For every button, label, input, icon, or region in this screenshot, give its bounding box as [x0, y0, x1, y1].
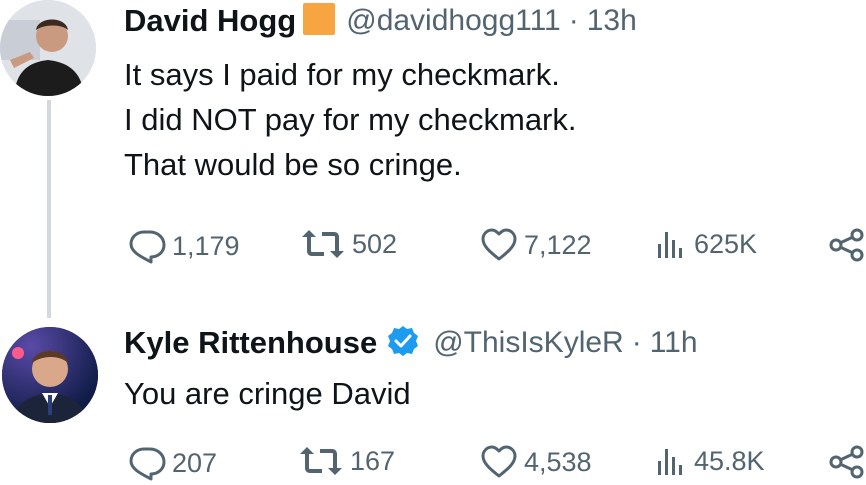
reply-icon [129, 230, 166, 264]
reply-button[interactable]: 1,179 [128, 228, 240, 264]
share-button[interactable] [828, 445, 866, 479]
tweet-text-line: I did NOT pay for my checkmark. [124, 102, 577, 137]
avatar-david-hogg[interactable] [0, 0, 96, 96]
tweet-text-line: You are cringe David [124, 376, 411, 411]
like-count: 4,538 [524, 446, 592, 477]
share-icon [829, 228, 864, 262]
like-button[interactable]: 4,538 [480, 445, 592, 479]
reply-button[interactable]: 207 [128, 445, 217, 481]
tweet-2-actions: 207 167 4,538 45.8K [128, 445, 866, 485]
avatar-kyle-rittenhouse[interactable] [2, 327, 98, 423]
tweet-1-actions: 1,179 502 7,122 625K [128, 228, 866, 268]
tweet-2-text: You are cringe David [124, 371, 411, 416]
views-button[interactable]: 625K [656, 228, 757, 260]
thread-connector-line [47, 100, 51, 318]
timestamp[interactable]: 11h [650, 326, 698, 360]
reply-count: 207 [172, 447, 218, 478]
tweet-text-line: That would be so cringe. [124, 147, 462, 182]
avatar-image [2, 327, 98, 423]
retweet-button[interactable]: 167 [298, 445, 395, 477]
separator-dot: · [631, 326, 642, 359]
separator-dot: · [568, 4, 579, 37]
retweet-count: 167 [350, 445, 396, 476]
heart-icon [481, 228, 517, 261]
verified-check-icon [387, 325, 419, 362]
reply-count: 1,179 [172, 230, 240, 261]
view-count: 625K [694, 228, 758, 259]
share-button[interactable] [828, 228, 866, 262]
retweet-icon [300, 447, 342, 475]
orange-square-icon [302, 2, 336, 41]
reply-icon [129, 447, 166, 481]
display-name[interactable]: David Hogg [124, 3, 296, 39]
tweet-1-header: David Hogg @davidhogg111 · 13h [124, 0, 637, 42]
tweet-1-text: It says I paid for my checkmark. I did N… [124, 52, 577, 187]
retweet-button[interactable]: 502 [300, 228, 397, 260]
like-button[interactable]: 7,122 [480, 228, 592, 262]
views-button[interactable]: 45.8K [656, 445, 765, 477]
tweet-2-header: Kyle Rittenhouse @ThisIsKyleR · 11h [124, 322, 698, 364]
avatar-image [0, 0, 96, 96]
tweet-text-line: It says I paid for my checkmark. [124, 57, 560, 92]
view-count: 45.8K [694, 445, 765, 476]
display-name[interactable]: Kyle Rittenhouse [124, 325, 377, 361]
user-handle[interactable]: @ThisIsKyleR [433, 326, 624, 360]
user-handle[interactable]: @davidhogg111 [346, 4, 561, 38]
analytics-bar-icon [658, 449, 682, 475]
retweet-icon [302, 230, 344, 258]
share-icon [829, 445, 864, 479]
analytics-bar-icon [658, 232, 682, 258]
like-count: 7,122 [524, 229, 592, 260]
timestamp[interactable]: 13h [587, 4, 637, 38]
retweet-count: 502 [352, 228, 398, 259]
heart-icon [481, 445, 517, 478]
